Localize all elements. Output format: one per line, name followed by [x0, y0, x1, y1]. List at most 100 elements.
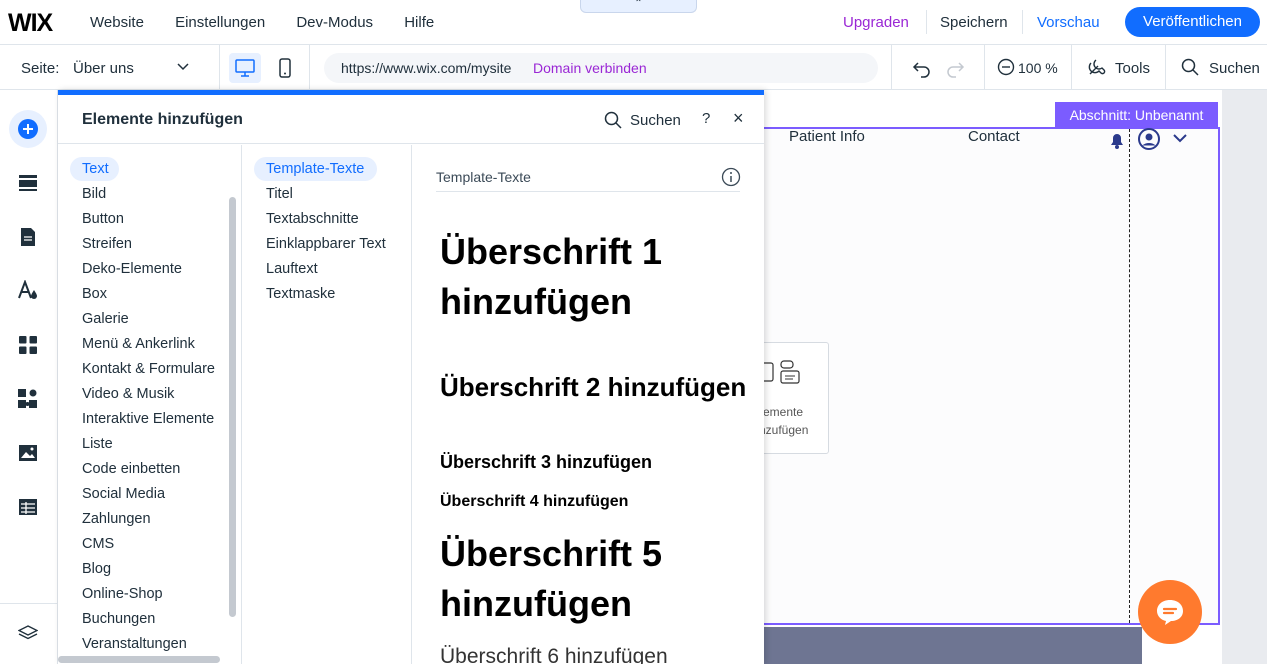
page-icon — [21, 228, 35, 246]
menu-settings[interactable]: Einstellungen — [175, 14, 265, 31]
category-list[interactable]: Liste — [82, 436, 113, 452]
panel-title: Elemente hinzufügen — [82, 111, 243, 128]
category-image[interactable]: Bild — [82, 186, 106, 202]
guide-line — [1129, 129, 1130, 623]
menu-dev-mode[interactable]: Dev-Modus — [296, 14, 373, 31]
sub-text-sections[interactable]: Textabschnitte — [266, 211, 359, 227]
media-button[interactable] — [9, 434, 47, 472]
sub-text-mask[interactable]: Textmaske — [266, 286, 335, 302]
placeholder-text: nzufügen — [759, 423, 809, 437]
connect-domain-link[interactable]: Domain verbinden — [533, 60, 647, 76]
chevron-down-icon[interactable] — [176, 59, 190, 73]
section-label[interactable]: Abschnitt: Unbenannt — [1055, 102, 1218, 128]
category-contact-forms[interactable]: Kontakt & Formulare — [82, 361, 215, 377]
preview-area: Template-Texte Überschrift 1 hinzufügen … — [412, 145, 764, 664]
add-elements-button[interactable] — [9, 110, 47, 148]
save-button[interactable]: Speichern — [940, 14, 1008, 31]
category-gallery[interactable]: Galerie — [82, 311, 129, 327]
subcategory-list: Template-Texte Titel Textabschnitte Eink… — [242, 145, 411, 664]
category-interactive[interactable]: Interaktive Elemente — [82, 411, 214, 427]
divider — [1071, 45, 1072, 90]
redo-icon[interactable] — [945, 58, 965, 78]
chevron-down-icon[interactable] — [1172, 132, 1188, 144]
editor-toolbar: Seite: Über uns https://www.wix.com/mysi… — [0, 45, 1267, 90]
sections-button[interactable] — [9, 164, 47, 202]
top-nav: Website Einstellungen Dev-Modus Hilfe — [90, 14, 461, 31]
category-video-music[interactable]: Video & Musik — [82, 386, 174, 402]
chat-button[interactable] — [1138, 580, 1202, 644]
divider — [926, 10, 927, 34]
puzzle-icon — [18, 389, 37, 408]
tools-icon[interactable] — [1087, 57, 1107, 77]
category-box[interactable]: Box — [82, 286, 107, 302]
collapse-handle[interactable]: ⌃ — [580, 0, 697, 13]
sub-template-texts[interactable]: Template-Texte — [266, 161, 364, 177]
category-scrollbar[interactable] — [229, 197, 236, 617]
upgrade-button[interactable]: Upgraden — [843, 14, 909, 31]
mobile-view-button[interactable] — [270, 53, 300, 83]
heading-1-preset[interactable]: Überschrift 1 hinzufügen — [440, 227, 760, 327]
selected-section[interactable] — [764, 127, 1220, 625]
info-icon[interactable] — [721, 167, 741, 187]
heading-3-preset[interactable]: Überschrift 3 hinzufügen — [440, 452, 652, 473]
add-elements-placeholder[interactable]: emente nzufügen — [758, 342, 829, 454]
zoom-out-icon[interactable] — [997, 58, 1015, 76]
publish-button[interactable]: Veröffentlichen — [1125, 7, 1260, 37]
page-select[interactable]: Über uns — [73, 60, 134, 77]
category-payments[interactable]: Zahlungen — [82, 511, 151, 527]
category-events[interactable]: Veranstaltungen — [82, 636, 187, 652]
undo-icon[interactable] — [912, 58, 932, 78]
menu-help[interactable]: Hilfe — [404, 14, 434, 31]
category-cms[interactable]: CMS — [82, 536, 114, 552]
panel-search-button[interactable]: Suchen — [630, 112, 681, 129]
canvas-gutter — [1222, 90, 1267, 664]
horizontal-scrollbar[interactable] — [58, 656, 220, 663]
layers-icon — [18, 625, 38, 640]
bell-icon[interactable] — [1108, 130, 1126, 150]
business-apps-button[interactable] — [9, 380, 47, 418]
category-blog[interactable]: Blog — [82, 561, 111, 577]
sub-collapsible-text[interactable]: Einklappbarer Text — [266, 236, 386, 252]
elements-icon — [759, 360, 800, 384]
category-bookings[interactable]: Buchungen — [82, 611, 155, 627]
site-nav-patient-info[interactable]: Patient Info — [789, 128, 865, 145]
menu-website[interactable]: Website — [90, 14, 144, 31]
site-nav-contact[interactable]: Contact — [968, 128, 1020, 145]
category-decorative[interactable]: Deko-Elemente — [82, 261, 182, 277]
wix-logo[interactable]: WIX — [8, 9, 53, 38]
category-button[interactable]: Button — [82, 211, 124, 227]
category-menu-anchor[interactable]: Menü & Ankerlink — [82, 336, 195, 352]
search-icon[interactable] — [604, 111, 622, 129]
divider — [219, 45, 220, 90]
user-avatar-icon[interactable] — [1138, 128, 1160, 150]
url-bar[interactable]: https://www.wix.com/mysite Domain verbin… — [324, 53, 878, 83]
sub-marquee[interactable]: Lauftext — [266, 261, 318, 277]
heading-2-preset[interactable]: Überschrift 2 hinzufügen — [440, 372, 746, 403]
category-embed-code[interactable]: Code einbetten — [82, 461, 180, 477]
search-icon[interactable] — [1181, 58, 1199, 76]
mobile-icon — [279, 58, 291, 78]
preview-button[interactable]: Vorschau — [1037, 14, 1100, 31]
category-strip[interactable]: Streifen — [82, 236, 132, 252]
layers-button[interactable] — [9, 614, 47, 652]
category-social-media[interactable]: Social Media — [82, 486, 165, 502]
design-button[interactable] — [9, 272, 47, 310]
apps-button[interactable] — [9, 326, 47, 364]
add-elements-panel: Elemente hinzufügen Suchen ? × Text Bild… — [58, 90, 764, 664]
tools-button[interactable]: Tools — [1115, 60, 1150, 77]
category-online-shop[interactable]: Online-Shop — [82, 586, 163, 602]
sub-titles[interactable]: Titel — [266, 186, 293, 202]
help-icon[interactable]: ? — [702, 110, 710, 127]
divider — [309, 45, 310, 90]
close-icon[interactable]: × — [733, 108, 744, 129]
cms-button[interactable] — [9, 488, 47, 526]
heading-5-preset[interactable]: Überschrift 5 hinzufügen — [440, 529, 760, 629]
search-button[interactable]: Suchen — [1209, 60, 1260, 77]
category-text[interactable]: Text — [82, 161, 109, 177]
desktop-view-button[interactable] — [229, 53, 261, 83]
pages-button[interactable] — [9, 218, 47, 256]
zoom-level[interactable]: 100 % — [1018, 60, 1058, 76]
heading-4-preset[interactable]: Überschrift 4 hinzufügen — [440, 493, 628, 511]
heading-6-preset[interactable]: Überschrift 6 hinzufügen — [440, 645, 668, 664]
footer-strip — [764, 627, 1142, 664]
